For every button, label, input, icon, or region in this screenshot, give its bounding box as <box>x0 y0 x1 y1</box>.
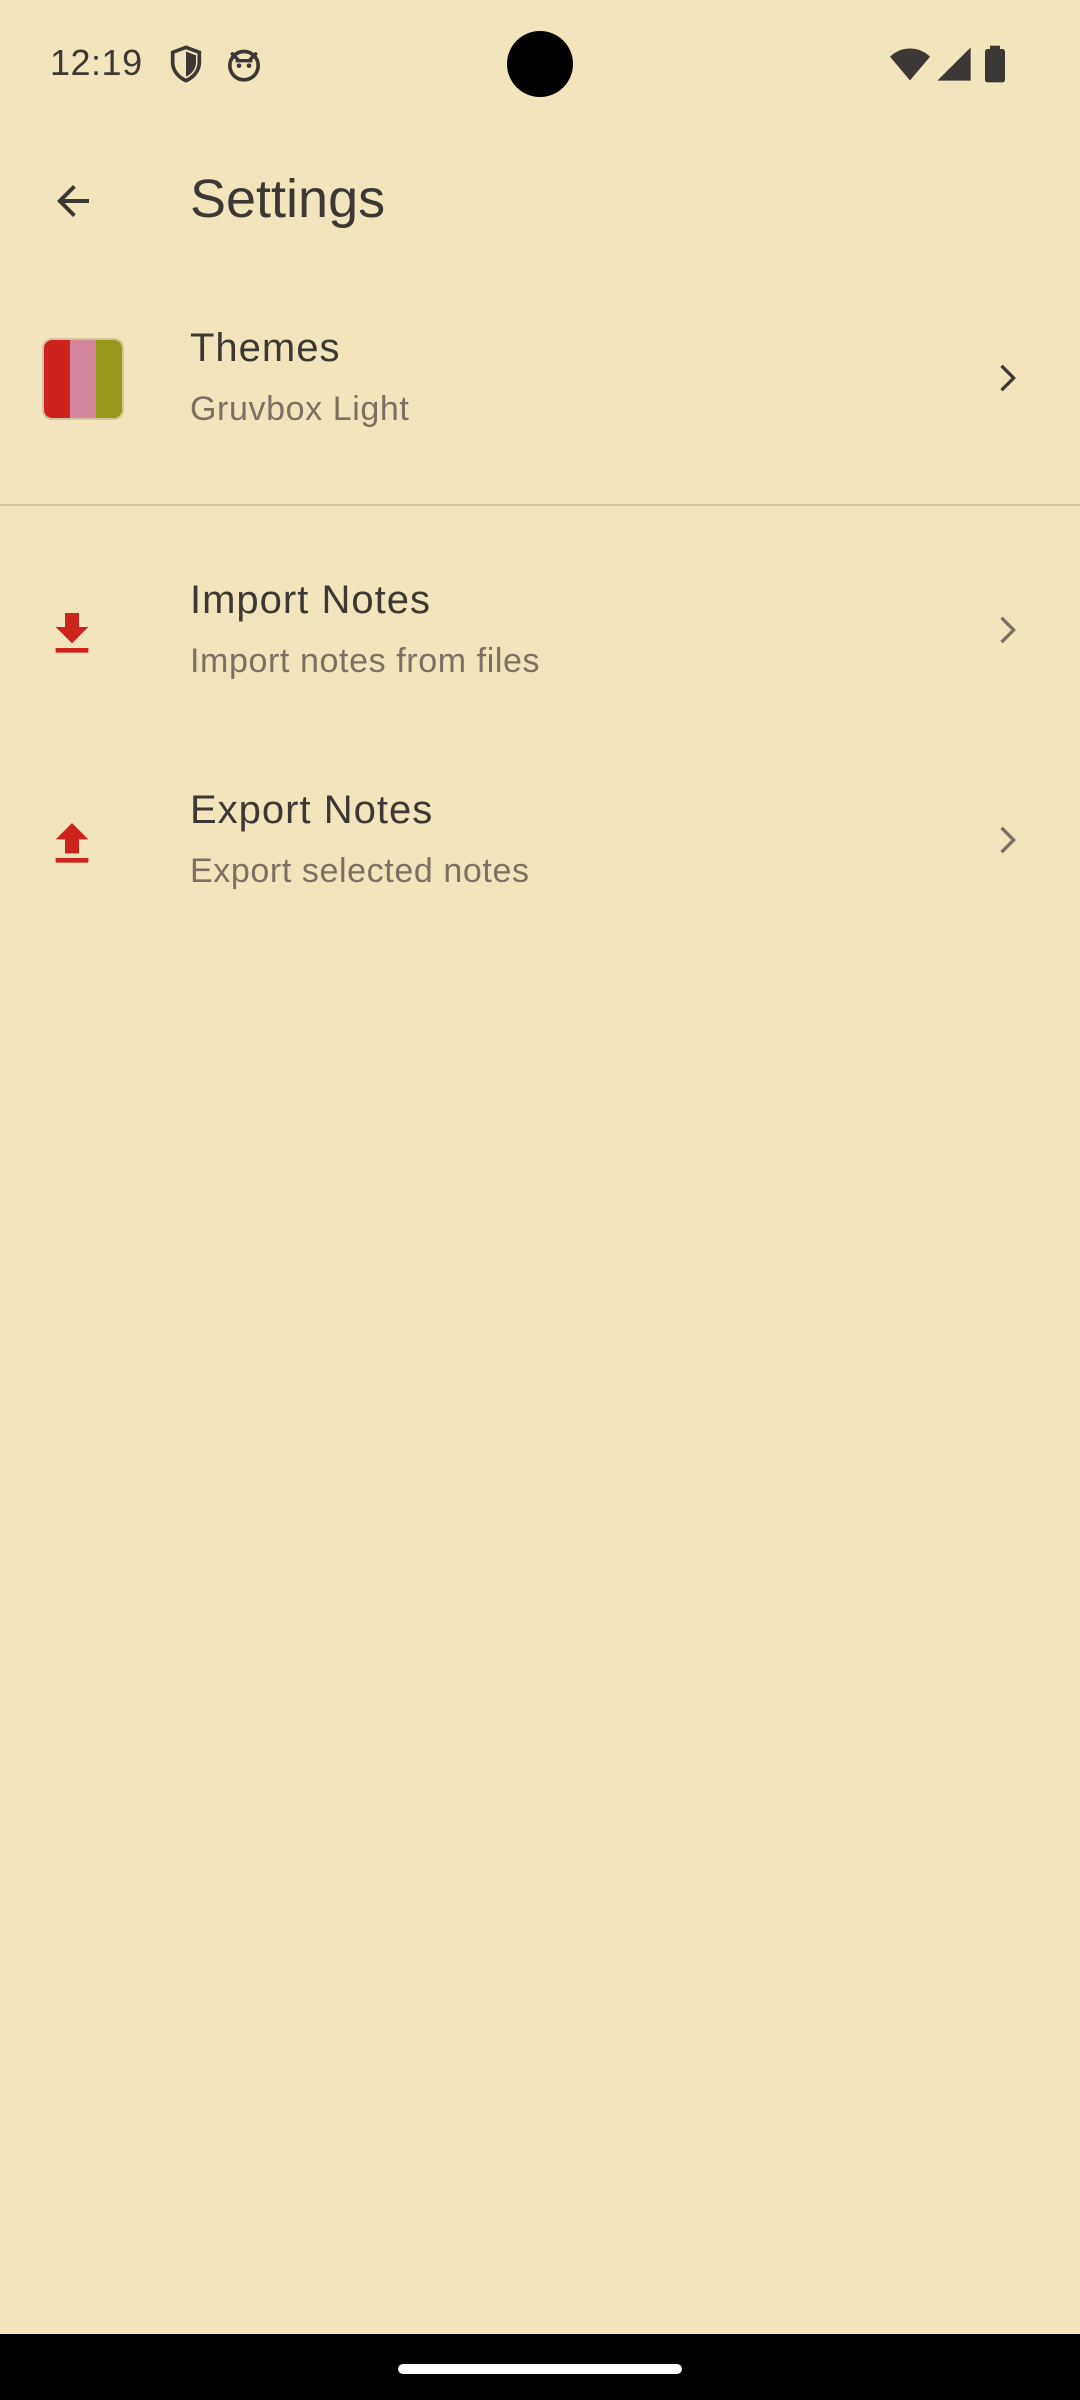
settings-item-import-notes[interactable]: Import Notes Import notes from files <box>0 526 1080 736</box>
shield-icon <box>166 44 206 84</box>
theme-swatch <box>42 338 124 420</box>
cat-face-icon <box>224 44 264 84</box>
settings-item-subtitle: Import notes from files <box>190 642 541 680</box>
settings-item-themes[interactable]: Themes Gruvbox Light <box>0 274 1080 484</box>
app-bar: Settings <box>0 140 1080 260</box>
swatch-stripe-pink <box>70 340 96 418</box>
back-button[interactable] <box>30 160 116 246</box>
swatch-stripe-olive <box>96 340 122 418</box>
upload-icon <box>44 816 100 877</box>
page-title: Settings <box>190 169 386 229</box>
wifi-icon <box>888 44 932 84</box>
arrow-back-icon <box>49 177 97 230</box>
settings-item-export-notes[interactable]: Export Notes Export selected notes <box>0 736 1080 946</box>
camera-cutout <box>507 31 573 97</box>
status-bar: 12:19 <box>0 0 1080 128</box>
chevron-right-icon <box>986 820 1026 860</box>
navigation-bar <box>0 2334 1080 2400</box>
chevron-right-icon <box>986 358 1026 398</box>
chevron-right-icon <box>986 610 1026 650</box>
home-indicator[interactable] <box>398 2364 682 2374</box>
divider <box>0 504 1080 506</box>
cellular-signal-icon <box>934 44 974 84</box>
settings-item-subtitle: Gruvbox Light <box>190 390 410 428</box>
settings-item-title: Import Notes <box>190 578 431 622</box>
battery-icon <box>980 44 1010 84</box>
swatch-stripe-red <box>44 340 70 418</box>
status-time: 12:19 <box>50 42 143 83</box>
settings-item-subtitle: Export selected notes <box>190 852 530 890</box>
settings-item-title: Themes <box>190 326 341 370</box>
settings-item-title: Export Notes <box>190 788 434 832</box>
download-icon <box>44 606 100 667</box>
